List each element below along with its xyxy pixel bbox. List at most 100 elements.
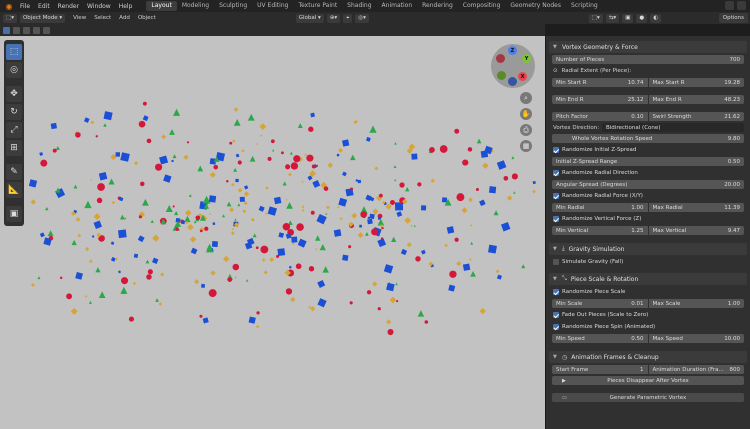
ico-piece[interactable] — [89, 259, 93, 263]
cube-piece[interactable] — [120, 152, 130, 162]
ico-piece[interactable] — [132, 281, 137, 286]
checkbox-checked-icon[interactable] — [553, 324, 559, 330]
cone-piece[interactable] — [88, 300, 92, 304]
cone-piece[interactable] — [234, 218, 237, 221]
ico-piece[interactable] — [230, 231, 235, 236]
rand-radial-force-checkbox[interactable]: Randomize Radial Force (X/Y) — [549, 191, 747, 201]
cube-piece[interactable] — [288, 265, 292, 269]
cone-piece[interactable] — [405, 186, 410, 192]
sphere-piece[interactable] — [140, 181, 145, 187]
cube-piece[interactable] — [248, 316, 256, 324]
sphere-piece[interactable] — [281, 151, 284, 155]
sphere-piece[interactable] — [146, 274, 152, 280]
menu-render[interactable]: Render — [58, 3, 79, 10]
cube-piece[interactable] — [212, 222, 216, 226]
gizmo-neg-y[interactable] — [497, 71, 506, 80]
sphere-piece[interactable] — [396, 299, 399, 303]
sphere-piece[interactable] — [285, 288, 293, 295]
ico-piece[interactable] — [93, 213, 101, 221]
ico-piece[interactable] — [336, 206, 340, 209]
select-subtract-icon[interactable] — [23, 26, 30, 34]
sphere-piece[interactable] — [308, 126, 314, 132]
cube-piece[interactable] — [83, 117, 90, 123]
sphere-piece[interactable] — [350, 187, 354, 191]
cube-piece[interactable] — [208, 195, 217, 203]
cube-piece[interactable] — [118, 229, 127, 239]
sphere-piece[interactable] — [172, 205, 175, 208]
sphere-piece[interactable] — [213, 164, 219, 170]
cube-piece[interactable] — [488, 244, 497, 254]
sphere-piece[interactable] — [75, 132, 81, 138]
cone-piece[interactable] — [249, 155, 256, 162]
cone-piece[interactable] — [103, 123, 107, 127]
cube-piece[interactable] — [181, 220, 186, 225]
ico-piece[interactable] — [259, 123, 267, 131]
checkbox-checked-icon[interactable] — [553, 312, 559, 318]
sphere-piece[interactable] — [195, 215, 201, 221]
sphere-piece[interactable] — [147, 269, 153, 275]
cube-piece[interactable] — [235, 178, 239, 183]
cube-piece[interactable] — [133, 253, 139, 258]
cone-piece[interactable] — [476, 138, 482, 144]
cone-piece[interactable] — [172, 154, 177, 159]
ico-piece[interactable] — [241, 149, 245, 153]
cube-piece[interactable] — [441, 197, 448, 203]
ico-piece[interactable] — [456, 261, 462, 267]
mode-dropdown[interactable]: Object Mode ▾ — [19, 13, 66, 23]
sphere-piece[interactable] — [237, 160, 242, 165]
cone-piece[interactable] — [271, 149, 275, 152]
ico-piece[interactable] — [209, 171, 216, 178]
ico-piece[interactable] — [288, 172, 292, 177]
ico-piece[interactable] — [338, 147, 343, 153]
menu-help[interactable]: Help — [119, 3, 133, 10]
sphere-piece[interactable] — [260, 245, 269, 254]
sphere-piece[interactable] — [454, 128, 460, 134]
cube-piece[interactable] — [496, 274, 502, 280]
pan-hand-icon[interactable]: ✋ — [520, 108, 532, 120]
ico-piece[interactable] — [301, 208, 305, 212]
cone-piece[interactable] — [349, 154, 356, 161]
select-box-icon[interactable] — [3, 26, 10, 34]
scale-rotation-section[interactable]: ▼ ⤡ Piece Scale & Rotation — [549, 273, 747, 285]
ico-piece[interactable] — [237, 187, 243, 193]
min-scale-field[interactable]: Min Scale 0.01 — [552, 299, 648, 308]
sphere-piece[interactable] — [379, 193, 383, 198]
ico-piece[interactable] — [183, 154, 189, 161]
sphere-piece[interactable] — [296, 223, 304, 231]
sphere-piece[interactable] — [475, 188, 479, 192]
sphere-piece[interactable] — [415, 256, 421, 262]
ico-piece[interactable] — [310, 306, 316, 312]
sphere-piece[interactable] — [229, 141, 233, 145]
cone-piece[interactable] — [391, 236, 397, 242]
move-tool-icon[interactable]: ✥ — [6, 86, 22, 102]
ico-piece[interactable] — [374, 166, 379, 171]
tab-layout[interactable]: Layout — [146, 1, 177, 11]
cone-piece[interactable] — [365, 231, 369, 236]
sphere-piece[interactable] — [59, 276, 63, 280]
pitch-factor-field[interactable]: Pitch Factor 0.10 — [552, 112, 648, 121]
cone-piece[interactable] — [84, 200, 92, 209]
ico-piece[interactable] — [84, 246, 90, 252]
sphere-piece[interactable] — [138, 120, 146, 128]
ico-piece[interactable] — [389, 296, 397, 304]
sphere-piece[interactable] — [204, 226, 209, 231]
ico-piece[interactable] — [210, 270, 216, 276]
cube-piece[interactable] — [258, 205, 265, 212]
ico-piece[interactable] — [194, 279, 200, 285]
cube-piece[interactable] — [75, 272, 83, 280]
cube-piece[interactable] — [118, 270, 122, 274]
sphere-piece[interactable] — [348, 245, 352, 249]
ico-piece[interactable] — [114, 257, 118, 261]
cone-piece[interactable] — [289, 151, 293, 155]
cone-piece[interactable] — [247, 113, 255, 121]
cone-piece[interactable] — [108, 178, 115, 185]
cube-piece[interactable] — [28, 179, 38, 188]
vortex-geometry-section[interactable]: ▼ Vortex Geometry & Force — [549, 41, 747, 53]
ico-piece[interactable] — [468, 258, 472, 261]
checkbox-checked-icon[interactable] — [553, 147, 559, 153]
sphere-piece[interactable] — [360, 211, 367, 218]
select-intersect-icon[interactable] — [43, 26, 50, 34]
cube-piece[interactable] — [462, 263, 471, 271]
cube-piece[interactable] — [500, 222, 511, 232]
ico-piece[interactable] — [160, 272, 165, 277]
